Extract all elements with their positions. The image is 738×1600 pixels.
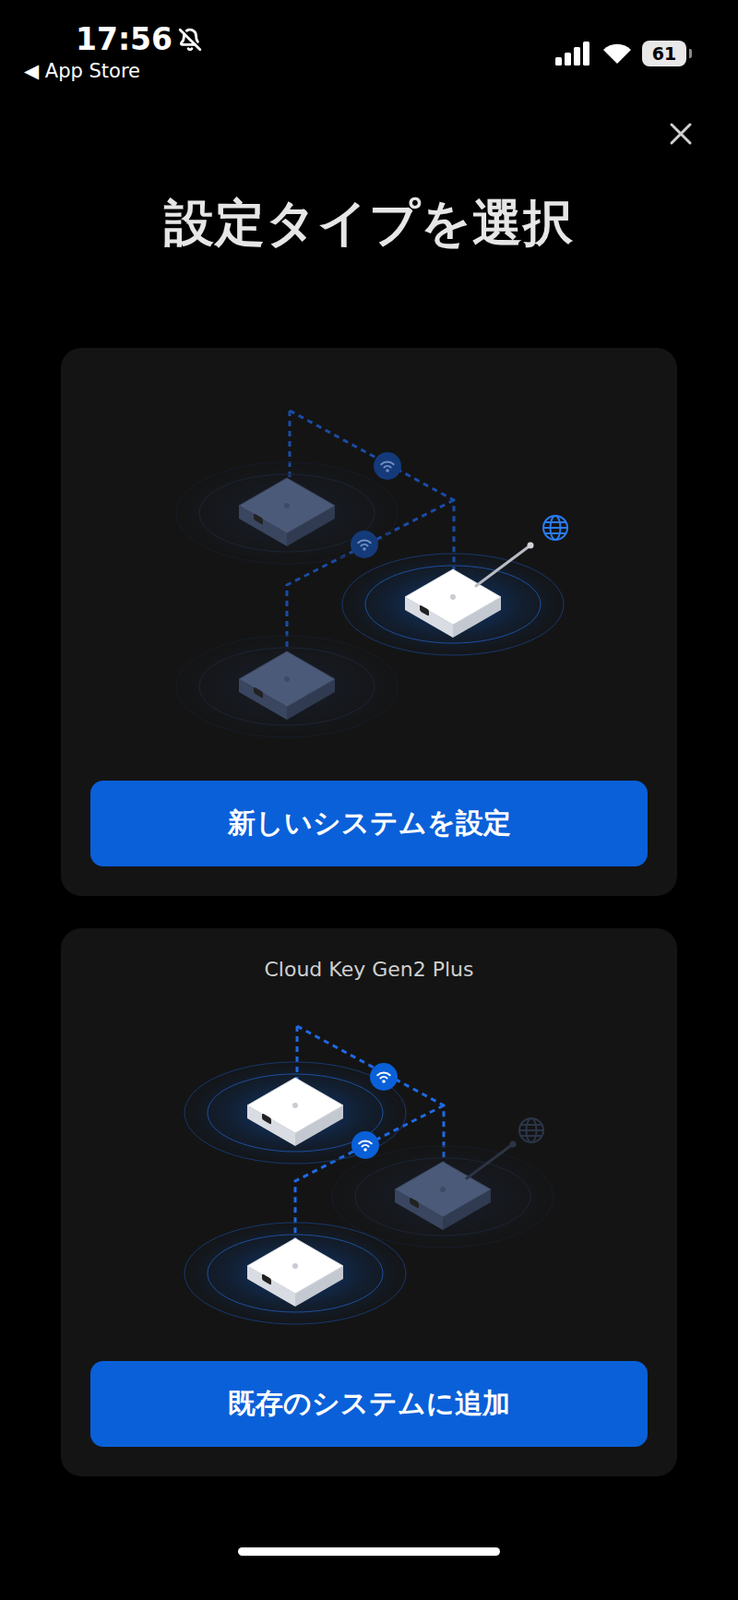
- status-bar: 17:56◀ App Store 61: [0, 0, 738, 93]
- new-system-illustration: [60, 347, 678, 781]
- setup-button[interactable]: 新しいシステムを設定: [90, 780, 648, 867]
- close-button[interactable]: [662, 115, 700, 153]
- device-icon: [179, 1059, 411, 1167]
- device-icon: [171, 459, 403, 567]
- setup-button[interactable]: 既存のシステムに追加: [90, 1360, 648, 1447]
- signal-icon: [555, 41, 593, 66]
- setup-option-card: Cloud Key Gen2 Plus 既存のシステムに追加: [60, 928, 678, 1476]
- device-label: Cloud Key Gen2 Plus: [60, 928, 678, 982]
- wifi-icon: [351, 1130, 380, 1159]
- existing-system-illustration: [60, 981, 678, 1361]
- cable-icon: [466, 1141, 517, 1179]
- wifi-icon: [350, 530, 379, 559]
- bell-off-icon: [178, 27, 203, 52]
- globe-icon: [519, 1118, 544, 1143]
- page-title: 設定タイプを選択: [0, 191, 738, 255]
- device-icon: [171, 632, 403, 740]
- device-icon: [179, 1219, 411, 1327]
- wifi-icon: [369, 1062, 398, 1091]
- setup-type-screen: 17:56◀ App Store 61 設定タイプを選択新しいシステムを設定 Clou…: [0, 0, 738, 1600]
- cable-icon: [476, 542, 535, 587]
- setup-option-card: 新しいシステムを設定: [60, 347, 678, 896]
- back-to-app-store[interactable]: ◀ App Store: [23, 59, 203, 84]
- clock: 17:56: [75, 22, 173, 58]
- home-indicator: [238, 1547, 500, 1556]
- close-icon: [662, 115, 700, 153]
- globe-icon: [543, 515, 568, 540]
- wifi-icon: [601, 41, 633, 66]
- wifi-icon: [373, 452, 402, 480]
- device-icon: [337, 550, 569, 658]
- battery: 61: [642, 40, 687, 67]
